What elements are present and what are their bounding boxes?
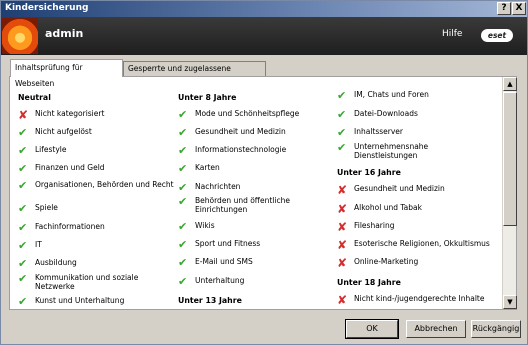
- allowed-check-icon: ✔: [18, 221, 28, 234]
- item-label: Kunst und Unterhaltung: [35, 296, 125, 305]
- item-label: Informationstechnologie: [195, 145, 287, 154]
- allowed-check-icon: ✔: [18, 295, 28, 308]
- item-label: Filesharing: [354, 221, 395, 230]
- help-link[interactable]: Hilfe: [442, 29, 462, 39]
- blocked-cross-icon: ✘: [18, 108, 29, 122]
- tab-content-check[interactable]: Inhaltsprüfung für Webseiten: [10, 59, 123, 88]
- allowed-check-icon: ✔: [18, 162, 28, 175]
- allowed-check-icon: ✔: [178, 108, 188, 121]
- item-label: Sport und Fitness: [195, 239, 261, 248]
- item-label: Mode und Schönheitspflege: [195, 109, 300, 118]
- item-label: Nachrichten: [195, 182, 241, 191]
- scrollbar-thumb[interactable]: [503, 92, 517, 226]
- allowed-check-icon: ✔: [337, 89, 347, 102]
- allowed-check-icon: ✔: [337, 126, 347, 139]
- item-label: Gesundheit und Medizin: [195, 127, 286, 136]
- allowed-check-icon: ✔: [18, 202, 28, 215]
- heading-neutral: Neutral: [18, 93, 51, 102]
- category-panel: Neutral ✘ Nicht kategorisiert ✔ Nicht au…: [9, 76, 517, 310]
- allowed-check-icon: ✔: [18, 144, 28, 157]
- tab-blocked-allowed-sites[interactable]: Gesperrte und zugelassene Webseiten: [123, 61, 266, 87]
- allowed-check-icon: ✔: [178, 220, 188, 233]
- cancel-button[interactable]: Abbrechen: [406, 320, 466, 338]
- item-label: Nicht aufgelöst: [35, 127, 92, 136]
- allowed-check-icon: ✔: [178, 162, 188, 175]
- item-label: Nicht kind-/jugendgerechte Inhalte: [354, 294, 485, 303]
- item-label: Ausbildung: [35, 258, 77, 267]
- item-label: Fachinformationen: [35, 222, 105, 231]
- item-label: Esoterische Religionen, Okkultismus: [354, 239, 490, 248]
- blocked-cross-icon: ✘: [337, 293, 348, 307]
- item-label: IT: [35, 240, 42, 249]
- allowed-check-icon: ✔: [337, 108, 347, 121]
- allowed-check-icon: ✔: [178, 181, 188, 194]
- blocked-cross-icon: ✘: [337, 238, 348, 252]
- allowed-check-icon: ✔: [178, 144, 188, 157]
- allowed-check-icon: ✔: [337, 141, 347, 154]
- blocked-cross-icon: ✘: [337, 220, 348, 234]
- item-label: Nicht kategorisiert: [35, 109, 105, 118]
- scroll-down-arrow-icon[interactable]: ▼: [503, 295, 517, 309]
- parental-control-window: Kindersicherung ? X admin Hilfe eset Inh…: [0, 0, 528, 345]
- vertical-scrollbar[interactable]: ▲ ▼: [502, 77, 517, 309]
- item-label: Behörden und öffentliche Einrichtungen: [195, 196, 290, 214]
- allowed-check-icon: ✔: [178, 256, 188, 269]
- item-label: Organisationen, Behörden und Recht: [35, 180, 174, 189]
- item-label: Alkohol und Tabak: [354, 203, 422, 212]
- category-list: Neutral ✘ Nicht kategorisiert ✔ Nicht au…: [10, 77, 502, 309]
- eset-logo: eset: [481, 29, 513, 42]
- ok-button[interactable]: OK: [345, 319, 399, 339]
- help-button[interactable]: ?: [497, 2, 511, 15]
- title-bar[interactable]: Kindersicherung ? X: [1, 1, 527, 17]
- heading-under-8: Unter 8 Jahre: [178, 93, 237, 102]
- item-label: Wikis: [195, 221, 215, 230]
- close-button[interactable]: X: [512, 2, 526, 15]
- flower-logo-icon: [2, 18, 38, 54]
- heading-under-13: Unter 13 Jahre: [178, 296, 242, 305]
- item-label: Online-Marketing: [354, 257, 419, 266]
- allowed-check-icon: ✔: [18, 239, 28, 252]
- item-label: E-Mail und SMS: [195, 257, 253, 266]
- blocked-cross-icon: ✘: [337, 183, 348, 197]
- item-label: Finanzen und Geld: [35, 163, 105, 172]
- item-label: IM, Chats und Foren: [354, 90, 429, 99]
- item-label: Inhaltsserver: [354, 127, 403, 136]
- heading-under-18: Unter 18 Jahre: [337, 278, 401, 287]
- header-band: admin Hilfe eset: [1, 17, 527, 55]
- username-label: admin: [45, 27, 84, 40]
- blocked-cross-icon: ✘: [337, 202, 348, 216]
- allowed-check-icon: ✔: [178, 126, 188, 139]
- allowed-check-icon: ✔: [18, 179, 28, 192]
- item-label: Lifestyle: [35, 145, 67, 154]
- item-label: Gesundheit und Medizin: [354, 184, 445, 193]
- item-label: Datei-Downloads: [354, 109, 418, 118]
- blocked-cross-icon: ✘: [337, 256, 348, 270]
- allowed-check-icon: ✔: [178, 238, 188, 251]
- allowed-check-icon: ✔: [18, 272, 28, 285]
- item-label: Spiele: [35, 203, 58, 212]
- undo-button[interactable]: Rückgängig: [471, 320, 521, 338]
- item-label: Karten: [195, 163, 220, 172]
- item-label: Unterhaltung: [195, 276, 245, 285]
- allowed-check-icon: ✔: [18, 126, 28, 139]
- item-label: Kommunikation und soziale Netzwerke: [35, 273, 139, 291]
- allowed-check-icon: ✔: [18, 257, 28, 270]
- item-label: Unternehmensnahe Dienstleistungen: [354, 142, 429, 160]
- heading-under-16: Unter 16 Jahre: [337, 168, 401, 177]
- scroll-up-arrow-icon[interactable]: ▲: [503, 77, 517, 91]
- window-title: Kindersicherung: [5, 3, 89, 13]
- allowed-check-icon: ✔: [178, 275, 188, 288]
- allowed-check-icon: ✔: [178, 195, 188, 208]
